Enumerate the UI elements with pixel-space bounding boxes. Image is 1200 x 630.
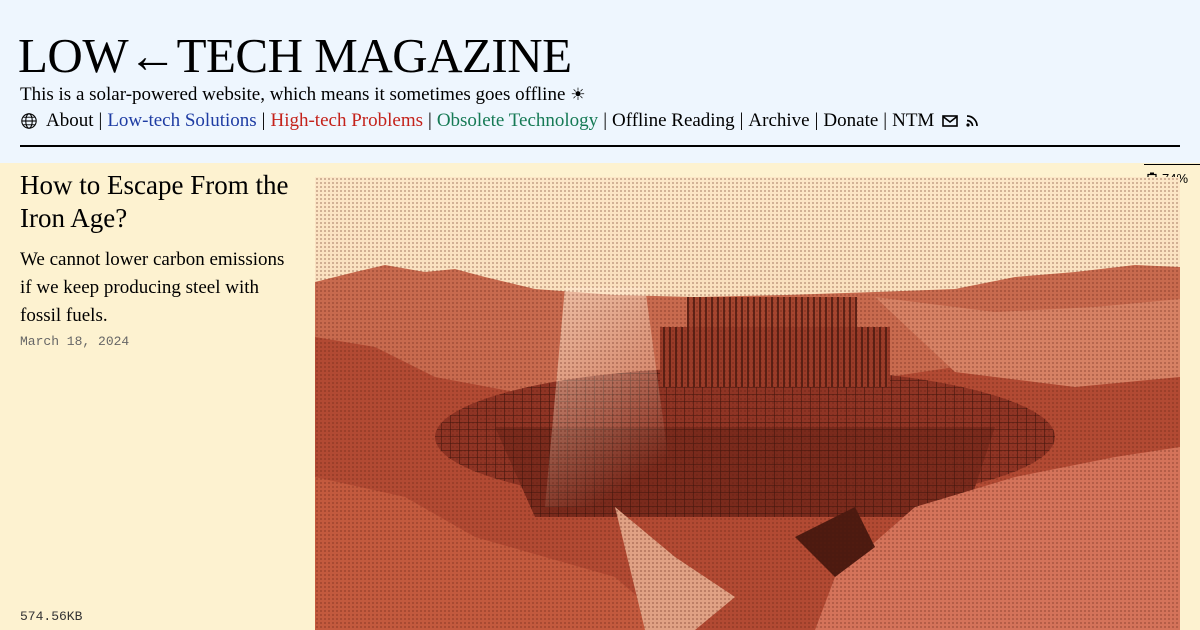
hero-image-dithered-landscape bbox=[315, 177, 1180, 630]
nav-high-tech-problems[interactable]: High-tech Problems bbox=[270, 109, 423, 133]
tagline-text: This is a solar-powered website, which m… bbox=[20, 84, 566, 105]
nav-separator: | bbox=[739, 110, 744, 131]
hero-image[interactable] bbox=[315, 177, 1180, 630]
tagline: This is a solar-powered website, which m… bbox=[20, 83, 586, 107]
article-title[interactable]: How to Escape From the Iron Age? bbox=[20, 169, 300, 235]
nav-obsolete-technology[interactable]: Obsolete Technology bbox=[437, 109, 598, 133]
nav-ntm[interactable]: NTM bbox=[892, 109, 934, 133]
nav-separator: | bbox=[98, 110, 103, 131]
rss-icon[interactable] bbox=[966, 115, 979, 127]
nav-low-tech-solutions[interactable]: Low-tech Solutions bbox=[107, 109, 256, 133]
site-title[interactable]: LOW←TECH MAGAZINE bbox=[18, 28, 572, 84]
nav-separator: | bbox=[603, 110, 607, 131]
article-date: March 18, 2024 bbox=[20, 334, 130, 349]
nav-donate[interactable]: Donate bbox=[823, 109, 878, 133]
nav-separator: | bbox=[883, 110, 888, 131]
nav-archive[interactable]: Archive bbox=[748, 109, 809, 133]
sun-icon: ☀ bbox=[570, 85, 586, 104]
article-summary: We cannot lower carbon emissions if we k… bbox=[20, 249, 285, 326]
mail-icon[interactable] bbox=[942, 115, 959, 127]
page-size: 574.56KB bbox=[20, 609, 83, 624]
nav-separator: | bbox=[261, 110, 266, 131]
nav-about[interactable]: About bbox=[46, 109, 94, 133]
globe-icon[interactable] bbox=[20, 112, 38, 130]
main-nav: About | Low-tech Solutions | High-tech P… bbox=[20, 109, 979, 133]
site-header: LOW←TECH MAGAZINE This is a solar-powere… bbox=[0, 0, 1200, 163]
nav-separator: | bbox=[814, 110, 819, 131]
nav-offline-reading[interactable]: Offline Reading bbox=[612, 109, 735, 133]
nav-separator: | bbox=[428, 110, 432, 131]
header-divider bbox=[20, 145, 1180, 147]
